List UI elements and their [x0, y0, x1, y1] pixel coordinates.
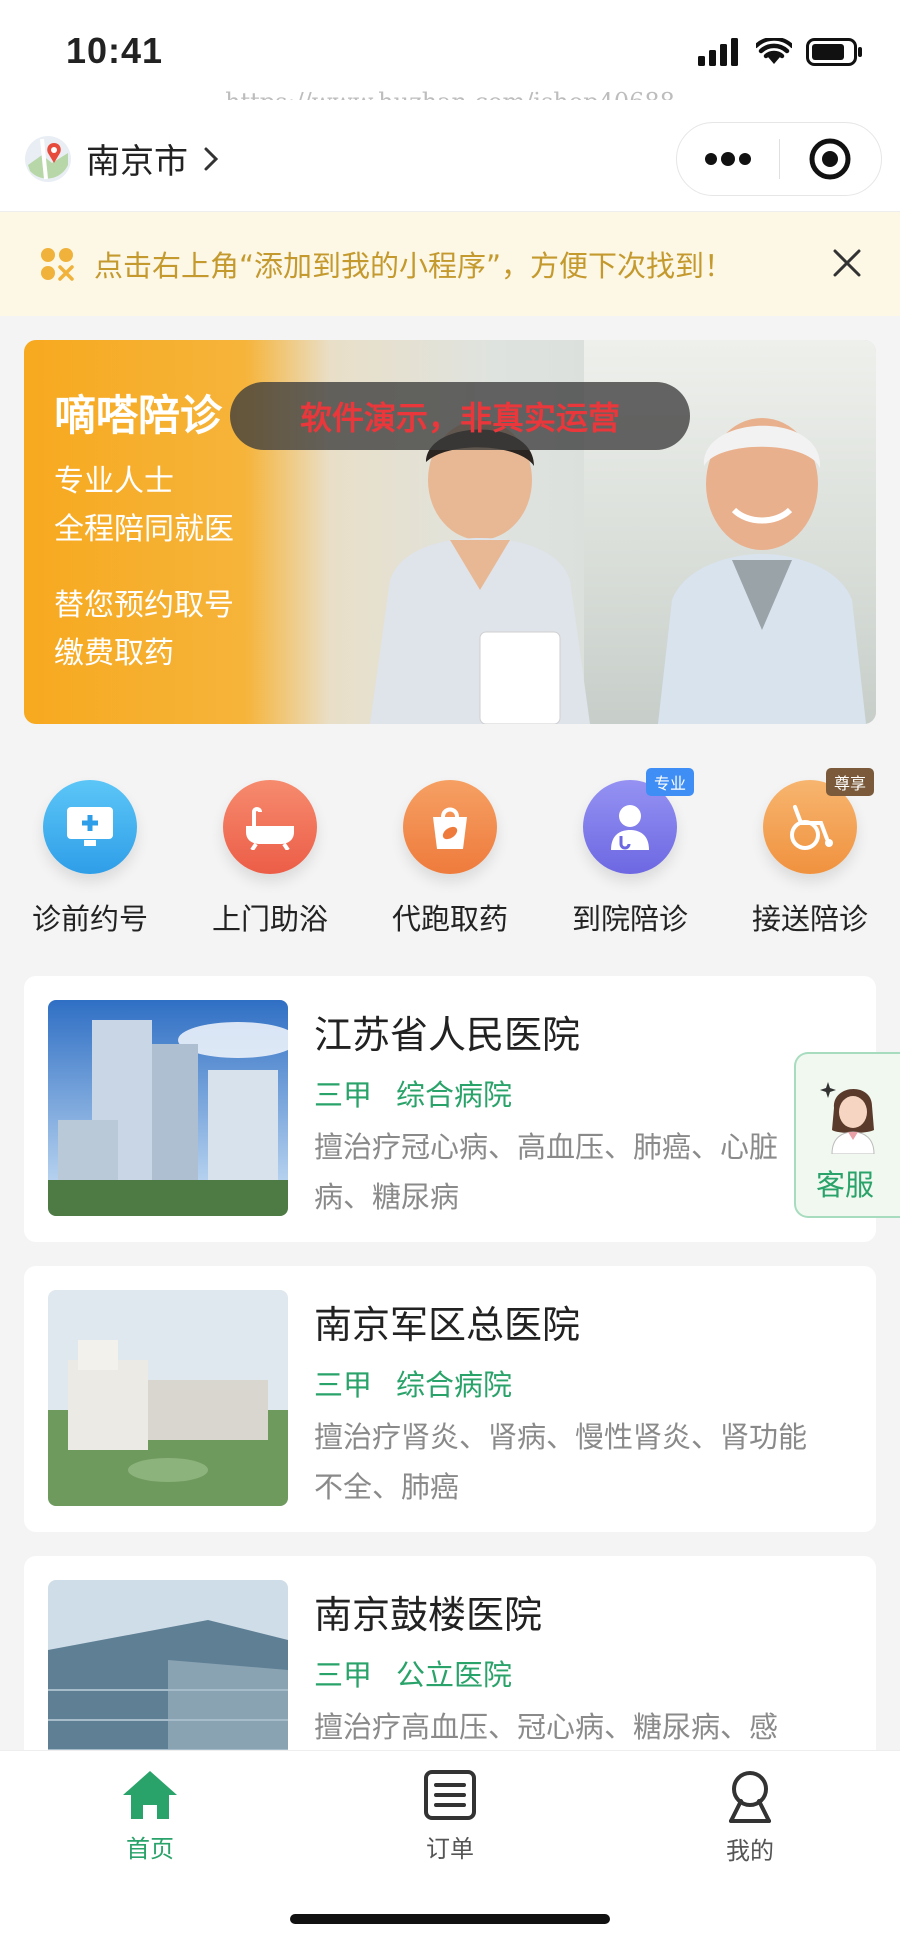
category-label: 诊前约号: [31, 902, 148, 936]
category-label: 上门助浴: [211, 902, 328, 936]
location-map-icon: [25, 135, 71, 182]
hospital-description: 擅治疗肾炎、肾病、慢性肾炎、肾功能不全、肺癌: [314, 1420, 808, 1504]
more-menu-button[interactable]: [677, 123, 779, 195]
hospital-description: 擅治疗高血压、冠心病、糖尿病、感: [314, 1710, 779, 1744]
hospital-description: 擅治疗冠心病、高血压、肺癌、心脏病、糖尿病: [314, 1130, 779, 1214]
status-time: 10:41: [66, 30, 164, 71]
badge-premium: 尊享: [826, 768, 875, 796]
wifi-icon: [756, 38, 792, 64]
close-mini-program-button[interactable]: [780, 123, 882, 195]
tab-label: 首页: [126, 1835, 174, 1863]
order-list-icon: [424, 1770, 476, 1820]
tab-label: 我的: [726, 1837, 774, 1865]
category-appointment[interactable]: 诊前约号: [0, 760, 180, 960]
bathtub-icon: [223, 780, 317, 874]
category-medicine-pickup[interactable]: 代跑取药: [360, 760, 540, 960]
city-selector[interactable]: 南京市: [24, 134, 220, 183]
hospital-card[interactable]: 南京鼓楼医院 三甲 公立医院 擅治疗高血压、冠心病、糖尿病、感: [24, 1556, 876, 1750]
hospital-name: 南京鼓楼医院: [314, 1593, 543, 1637]
apps-grid-icon: [41, 248, 74, 281]
home-icon: [123, 1771, 177, 1819]
category-hospital-escort[interactable]: 专业 到院陪诊: [540, 760, 720, 960]
category-label: 接送陪诊: [751, 902, 868, 936]
banner-line-2: 全程陪同就医: [54, 512, 234, 547]
hospital-type: 综合病院: [396, 1368, 513, 1402]
service-label: 客服: [816, 1168, 875, 1202]
more-dots-icon: [704, 152, 751, 166]
medicine-bag-icon: [403, 780, 497, 874]
banner-title: 嘀嗒陪诊: [54, 391, 223, 440]
add-to-mini-program-tip: 点击右上角“添加到我的小程序”，方便下次找到！: [0, 212, 900, 316]
chevron-right-icon: [204, 147, 219, 170]
category-home-bath[interactable]: 上门助浴: [180, 760, 360, 960]
hospital-grade: 三甲: [314, 1078, 373, 1112]
demo-notice-overlay: 软件演示，非真实运营: [230, 382, 690, 450]
hospital-grade: 三甲: [314, 1658, 373, 1692]
city-name: 南京市: [86, 142, 188, 182]
hospital-photo: [48, 1290, 288, 1506]
category-label: 到院陪诊: [571, 902, 688, 936]
badge-professional: 专业: [646, 768, 695, 796]
tab-label: 订单: [426, 1835, 474, 1863]
banner-elder-patient-illustration: [658, 418, 866, 724]
home-indicator[interactable]: [290, 1914, 610, 1924]
hospital-card[interactable]: 江苏省人民医院 三甲 综合病院 擅治疗冠心病、高血压、肺癌、心脏病、糖尿病: [24, 976, 876, 1242]
tip-text: 点击右上角“添加到我的小程序”，方便下次找到！: [94, 249, 734, 283]
banner-line-1: 专业人士: [54, 464, 174, 499]
service-agent-icon: [820, 1082, 875, 1154]
hospital-photo: [48, 1000, 288, 1216]
service-categories: 诊前约号 上门助浴 代跑取药 专业 到院陪诊 尊享 接送陪诊: [0, 760, 900, 960]
hospital-tags: 三甲 综合病院: [314, 1072, 512, 1114]
nav-bar: 南京市: [0, 100, 900, 212]
battery-icon: [806, 38, 862, 66]
hospital-type: 公立医院: [396, 1658, 513, 1692]
hospital-name: 江苏省人民医院: [314, 1013, 581, 1057]
customer-service-button[interactable]: 客服: [794, 1052, 900, 1218]
cellular-signal-icon: [698, 38, 738, 66]
mini-program-capsule: [676, 122, 882, 196]
hospital-photo: [48, 1580, 288, 1750]
target-close-icon: [809, 138, 851, 180]
status-bar: 10:41 https://www.huzhan.com/ishop40688: [0, 0, 900, 116]
promo-banner[interactable]: 嘀嗒陪诊 专业人士 全程陪同就医 替您预约取号 缴费取药 软件演示，非真实运营: [24, 340, 876, 724]
hospital-name: 南京军区总医院: [314, 1303, 581, 1347]
monitor-plus-icon: [43, 780, 137, 874]
hospital-grade: 三甲: [314, 1368, 373, 1402]
banner-line-3: 替您预约取号: [54, 588, 234, 623]
category-transport-escort[interactable]: 尊享 接送陪诊: [720, 760, 900, 960]
banner-line-4: 缴费取药: [54, 636, 174, 671]
close-icon[interactable]: [830, 246, 864, 280]
category-label: 代跑取药: [391, 902, 508, 936]
profile-icon: [729, 1771, 771, 1823]
hospital-tags: 三甲 综合病院: [314, 1362, 512, 1404]
tab-profile[interactable]: 我的: [600, 1751, 900, 1949]
status-icons: [698, 38, 864, 66]
hospital-card[interactable]: 南京军区总医院 三甲 综合病院 擅治疗肾炎、肾病、慢性肾炎、肾功能不全、肺癌: [24, 1266, 876, 1532]
banner-caregiver-illustration: [370, 420, 590, 724]
tab-home[interactable]: 首页: [0, 1751, 300, 1949]
hospital-type: 综合病院: [396, 1078, 513, 1112]
hospital-tags: 三甲 公立医院: [314, 1652, 512, 1694]
